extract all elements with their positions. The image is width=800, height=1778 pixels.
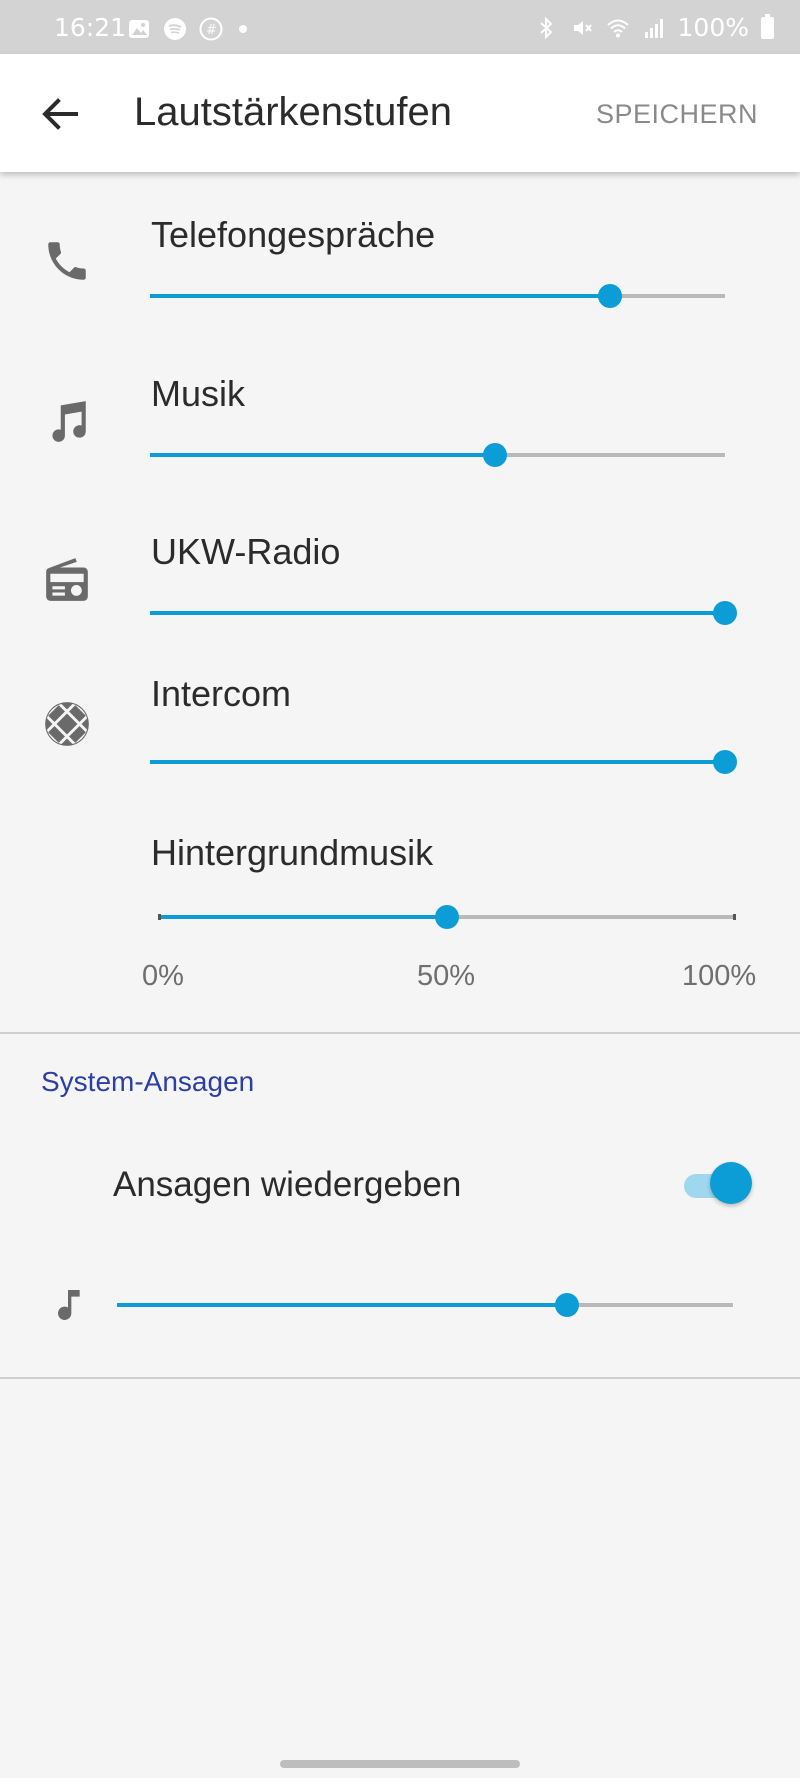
arrow-back-icon <box>42 98 78 130</box>
bluetooth-icon <box>539 16 552 39</box>
slider-tick-end <box>733 914 736 920</box>
app-bar: Lautstärkenstufen SPEICHERN <box>0 54 800 172</box>
wifi-icon <box>606 19 629 37</box>
volume-label: UKW-Radio <box>151 531 341 572</box>
scale-label-mid: 50% <box>417 960 476 992</box>
scale-label-max: 100% <box>682 960 757 992</box>
announcements-toggle[interactable] <box>684 1162 754 1206</box>
page-title: Lautstärkenstufen <box>134 90 452 134</box>
toggle-thumb[interactable] <box>710 1162 752 1204</box>
image-icon <box>129 20 149 38</box>
single-note-icon <box>58 1290 80 1320</box>
save-button[interactable]: SPEICHERN <box>596 99 758 130</box>
battery-icon <box>761 13 774 39</box>
announcements-toggle-label: Ansagen wiedergeben <box>113 1165 462 1204</box>
threads-icon: # <box>199 17 223 41</box>
volume-slider-background-music[interactable] <box>158 902 736 932</box>
slider-thumb[interactable] <box>713 601 737 625</box>
signal-icon <box>644 18 663 38</box>
volume-slider-phone[interactable] <box>150 281 725 311</box>
status-bar: 16:21 # 100% <box>0 0 800 54</box>
radio-icon <box>46 558 88 601</box>
volume-label: Intercom <box>151 673 292 714</box>
slider-thumb[interactable] <box>435 905 459 929</box>
music-note-icon <box>52 401 86 442</box>
volume-slider-radio[interactable] <box>150 598 737 628</box>
volume-slider-intercom[interactable] <box>150 747 737 777</box>
back-button[interactable] <box>34 88 86 140</box>
battery-percent: 100% <box>677 13 749 42</box>
notification-icons: # <box>127 17 247 41</box>
intercom-icon <box>45 702 89 746</box>
section-divider <box>0 1032 800 1034</box>
volume-label: Musik <box>151 373 246 414</box>
slider-thumb[interactable] <box>598 284 622 308</box>
dot-icon <box>239 25 247 33</box>
slider-thumb[interactable] <box>483 443 507 467</box>
scale-label-min: 0% <box>142 960 184 992</box>
svg-text:#: # <box>206 23 217 38</box>
home-indicator[interactable] <box>280 1760 520 1768</box>
section-title-system-announcements: System-Ansagen <box>41 1066 255 1097</box>
section-divider <box>0 1377 800 1379</box>
status-time: 16:21 <box>54 13 127 42</box>
volume-label: Hintergrundmusik <box>151 832 434 873</box>
volume-slider-music[interactable] <box>150 440 725 470</box>
mute-icon <box>573 20 592 35</box>
phone-icon <box>48 242 86 280</box>
slider-tick-start <box>158 914 161 920</box>
slider-thumb[interactable] <box>554 1293 579 1317</box>
volume-label: Telefongespräche <box>151 214 436 255</box>
announcements-volume-slider[interactable] <box>117 1290 733 1320</box>
system-icons: 100% <box>534 13 774 42</box>
spotify-icon <box>164 18 186 40</box>
slider-thumb[interactable] <box>713 750 737 774</box>
